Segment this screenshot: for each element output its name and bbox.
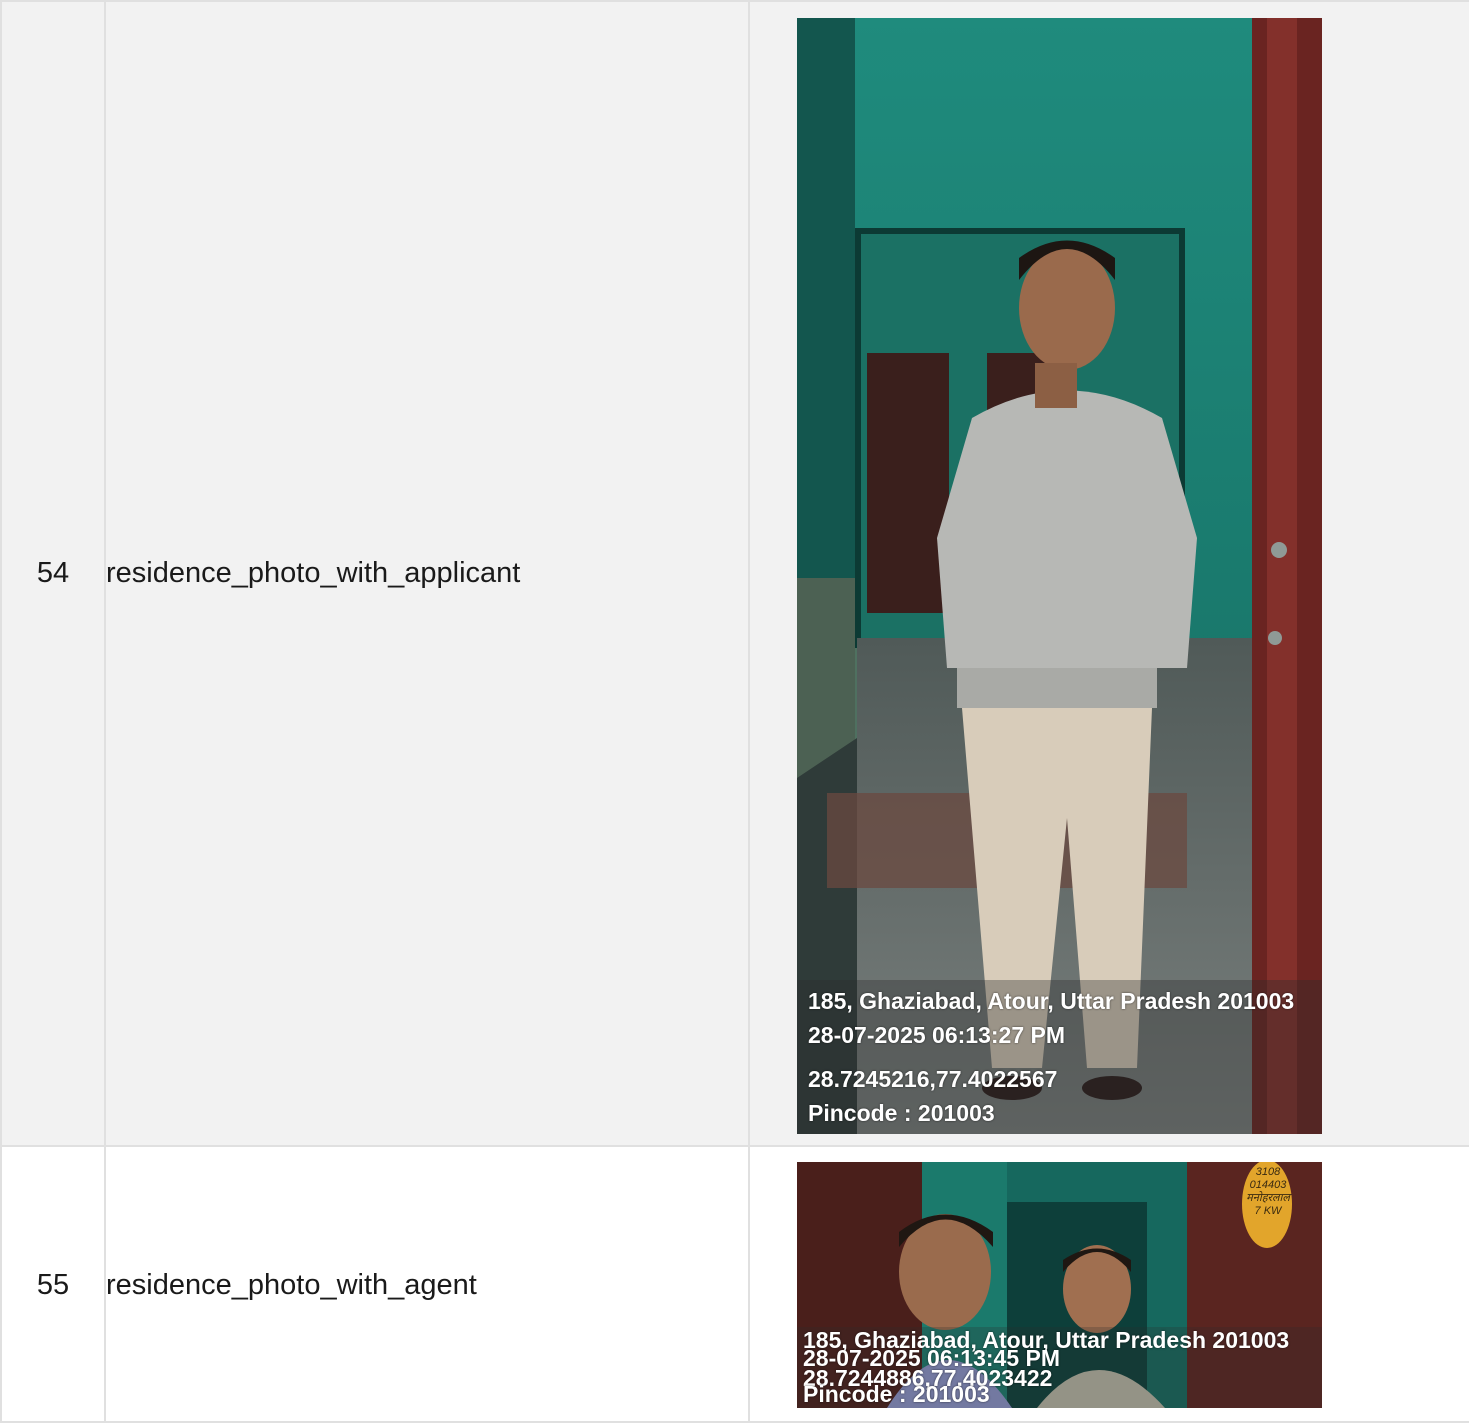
photo-coordinates: 28.7245216,77.4022567 bbox=[808, 1066, 1058, 1092]
photo-pincode: Pincode : 201003 bbox=[803, 1381, 990, 1407]
row-label-text: residence_photo_with_agent bbox=[106, 1269, 477, 1301]
row-number-text: 55 bbox=[36, 1269, 70, 1301]
photo-pincode: Pincode : 201003 bbox=[808, 1100, 995, 1126]
photo-cell: 185, Ghaziabad, Atour, Uttar Pradesh 201… bbox=[748, 0, 1469, 1147]
meter-tag: 3108 014403 मनोहरलाल 7 KW bbox=[1243, 1166, 1293, 1218]
residence-scene-illustration bbox=[797, 18, 1322, 1134]
photo-cell: 3108 014403 मनोहरलाल 7 KW 185, Ghaziabad… bbox=[748, 1145, 1469, 1423]
meter-tag-line: 014403 bbox=[1249, 1179, 1287, 1191]
evidence-table: 54 residence_photo_with_applicant 185, G… bbox=[0, 0, 1469, 1423]
table-row: 55 residence_photo_with_agent 3108 01440… bbox=[0, 1145, 1469, 1423]
residence-photo-applicant[interactable]: 185, Ghaziabad, Atour, Uttar Pradesh 201… bbox=[797, 18, 1322, 1134]
meter-tag-line: मनोहरलाल bbox=[1246, 1192, 1290, 1204]
meter-tag-line: 7 KW bbox=[1254, 1205, 1282, 1217]
table-row: 54 residence_photo_with_applicant 185, G… bbox=[0, 0, 1469, 1147]
meter-tag-line: 3108 bbox=[1255, 1166, 1281, 1178]
photo-address: 185, Ghaziabad, Atour, Uttar Pradesh 201… bbox=[808, 988, 1295, 1014]
row-number: 54 bbox=[0, 0, 106, 1147]
row-label: residence_photo_with_agent bbox=[104, 1145, 750, 1423]
row-label: residence_photo_with_applicant bbox=[104, 0, 750, 1147]
photo-timestamp: 28-07-2025 06:13:27 PM bbox=[808, 1022, 1065, 1048]
row-number: 55 bbox=[0, 1145, 106, 1423]
residence-photo-agent[interactable]: 3108 014403 मनोहरलाल 7 KW 185, Ghaziabad… bbox=[797, 1162, 1322, 1408]
